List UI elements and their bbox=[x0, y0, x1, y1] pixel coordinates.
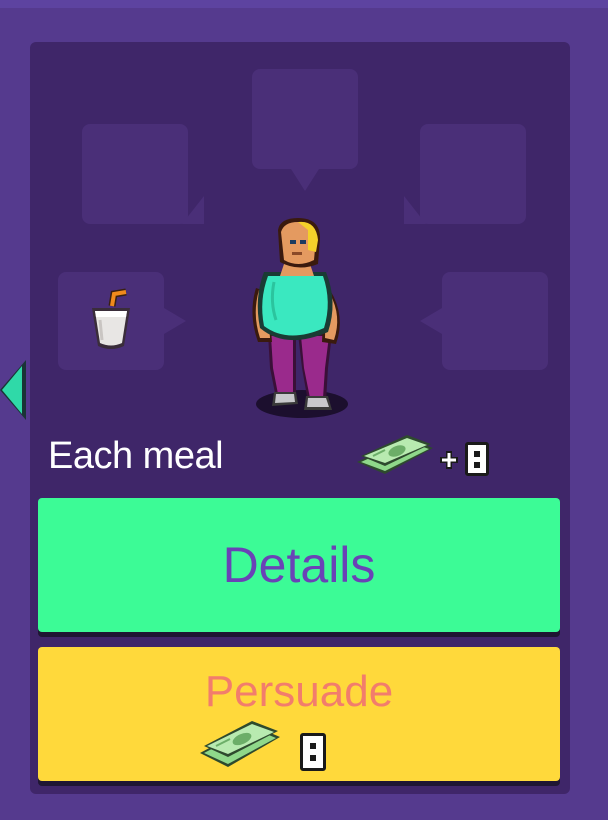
thought-bubble-top bbox=[252, 69, 358, 169]
cost-label: Each meal bbox=[48, 435, 224, 477]
previous-card-arrow-icon[interactable] bbox=[2, 366, 22, 414]
persuade-card-token-icon: 8 bbox=[300, 733, 326, 771]
customer-character bbox=[252, 218, 348, 418]
persuade-button-label: Persuade bbox=[204, 667, 394, 716]
plus-icon bbox=[440, 451, 458, 469]
bubble-tail-top bbox=[291, 169, 319, 191]
persuade-button[interactable]: Persuade 8 bbox=[38, 647, 560, 781]
details-button[interactable]: Details bbox=[38, 498, 560, 632]
bubble-tail-lower-left bbox=[164, 308, 186, 334]
top-bar bbox=[0, 0, 608, 8]
card-token-icon: 8 bbox=[465, 442, 489, 476]
persuade-money-icon bbox=[200, 721, 280, 767]
bubble-tail-upper-left bbox=[182, 196, 204, 224]
thought-bubble-lower-right bbox=[442, 272, 548, 370]
money-stack-icon bbox=[357, 435, 433, 474]
thought-bubble-upper-left bbox=[82, 124, 188, 224]
cost-display: 8 bbox=[355, 432, 495, 482]
bubble-tail-upper-right bbox=[404, 196, 426, 224]
thought-bubble-upper-right bbox=[420, 124, 526, 224]
milkshake-icon bbox=[92, 288, 130, 349]
bubble-tail-lower-right bbox=[420, 308, 442, 334]
details-button-label: Details bbox=[222, 537, 376, 593]
